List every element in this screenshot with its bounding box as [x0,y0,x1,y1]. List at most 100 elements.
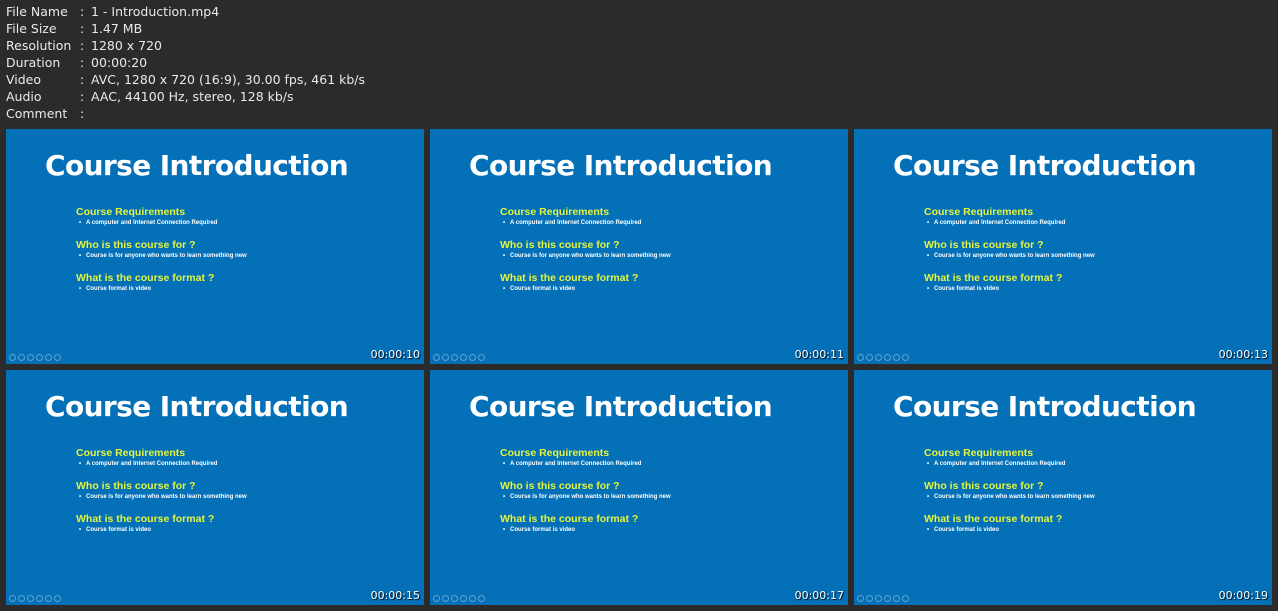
video-thumbnail[interactable]: Course Introduction Course Requirements … [854,370,1272,605]
bullet-text: Course format is video [934,286,1000,292]
video-thumbnail[interactable]: Course Introduction Course Requirements … [854,129,1272,364]
next-icon [442,354,449,361]
bullet-dot: • [503,220,506,226]
section-bullet: • Course format is video [927,526,1095,535]
slide-body: Course Requirements • A computer and Inte… [76,206,247,305]
info-label: Resolution [6,38,72,53]
slide-body: Course Requirements • A computer and Inte… [924,447,1095,546]
slide-section: Who is this course for ? • Course is for … [500,480,671,502]
thumbnail-timestamp: 00:00:11 [794,348,844,361]
section-bullet: • Course format is video [927,285,1095,294]
next-icon [18,595,25,602]
prev-icon [9,595,16,602]
slide-title: Course Introduction [45,390,349,423]
slide-section: Course Requirements • A computer and Inte… [500,447,671,469]
slides-icon [884,595,891,602]
info-row-file-size: File Size : 1.47 MB [6,20,365,37]
bullet-dot: • [79,494,82,500]
info-label: File Size [6,21,57,36]
thumbnail-grid: Course Introduction Course Requirements … [6,129,1272,605]
bullet-text: Course is for anyone who wants to learn … [510,253,671,259]
next-icon [442,595,449,602]
slide-section: What is the course format ? • Course form… [76,513,247,535]
slide-body: Course Requirements • A computer and Inte… [76,447,247,546]
bullet-text: A computer and Internet Connection Requi… [510,220,642,226]
slide-section: Course Requirements • A computer and Inte… [76,206,247,228]
bullet-text: A computer and Internet Connection Requi… [510,461,642,467]
slide-section: Who is this course for ? • Course is for … [924,480,1095,502]
section-bullet: • Course is for anyone who wants to learn… [503,493,671,502]
bullet-text: Course format is video [510,527,576,533]
bullet-dot: • [79,286,82,292]
slide-body: Course Requirements • A computer and Inte… [924,206,1095,305]
section-bullet: • Course format is video [503,285,671,294]
slide-section: Who is this course for ? • Course is for … [500,239,671,261]
section-bullet: • A computer and Internet Connection Requ… [503,460,671,469]
info-value: AVC, 1280 x 720 (16:9), 30.00 fps, 461 k… [91,72,366,87]
section-bullet: • Course format is video [79,285,247,294]
pen-icon [27,354,34,361]
bullet-dot: • [927,461,930,467]
pen-icon [875,595,882,602]
info-label: Comment [6,106,68,121]
section-heading: Course Requirements [924,206,1034,218]
more-icon [54,354,61,361]
section-heading: What is the course format ? [500,513,639,525]
prev-icon [857,354,864,361]
prev-icon [433,354,440,361]
bullet-text: Course is for anyone who wants to learn … [510,494,671,500]
section-heading: What is the course format ? [76,272,215,284]
bullet-text: Course is for anyone who wants to learn … [934,494,1095,500]
slide-section: Who is this course for ? • Course is for … [76,480,247,502]
bullet-dot: • [927,527,930,533]
more-icon [478,595,485,602]
slide-title: Course Introduction [45,149,349,182]
slide-section: What is the course format ? • Course form… [500,513,671,535]
info-row-file-name: File Name : 1 - Introduction.mp4 [6,3,365,20]
section-bullet: • A computer and Internet Connection Requ… [79,460,247,469]
slide-section: What is the course format ? • Course form… [924,513,1095,535]
section-bullet: • Course is for anyone who wants to learn… [79,493,247,502]
presentation-toolbar [433,595,485,602]
video-thumbnail[interactable]: Course Introduction Course Requirements … [6,370,424,605]
thumbnail-timestamp: 00:00:15 [370,589,420,602]
section-bullet: • Course is for anyone who wants to learn… [927,493,1095,502]
slide-section: Course Requirements • A computer and Inte… [500,206,671,228]
video-thumbnail[interactable]: Course Introduction Course Requirements … [430,370,848,605]
info-row-audio: Audio : AAC, 44100 Hz, stereo, 128 kb/s [6,88,365,105]
more-icon [54,595,61,602]
thumbnail-timestamp: 00:00:19 [1218,589,1268,602]
zoom-icon [45,354,52,361]
section-bullet: • Course format is video [79,526,247,535]
info-value: 1.47 MB [91,21,143,36]
zoom-icon [893,354,900,361]
slides-icon [36,595,43,602]
bullet-text: A computer and Internet Connection Requi… [934,461,1066,467]
section-heading: Who is this course for ? [924,480,1044,492]
slides-icon [884,354,891,361]
bullet-text: A computer and Internet Connection Requi… [934,220,1066,226]
prev-icon [433,595,440,602]
info-label: Video [6,72,42,87]
thumbnail-timestamp: 00:00:10 [370,348,420,361]
section-heading: What is the course format ? [924,272,1063,284]
info-row-resolution: Resolution : 1280 x 720 [6,37,365,54]
bullet-text: A computer and Internet Connection Requi… [86,220,218,226]
slide-section: What is the course format ? • Course form… [924,272,1095,294]
section-heading: What is the course format ? [76,513,215,525]
bullet-dot: • [79,461,82,467]
video-thumbnail[interactable]: Course Introduction Course Requirements … [6,129,424,364]
presentation-toolbar [857,354,909,361]
section-heading: Course Requirements [76,447,186,459]
section-heading: Course Requirements [76,206,186,218]
slide-section: What is the course format ? • Course form… [500,272,671,294]
zoom-icon [893,595,900,602]
video-thumbnail[interactable]: Course Introduction Course Requirements … [430,129,848,364]
bullet-text: Course format is video [86,527,152,533]
info-value: 1 - Introduction.mp4 [91,4,220,19]
info-row-duration: Duration : 00:00:20 [6,54,365,71]
section-heading: What is the course format ? [500,272,639,284]
slide-title: Course Introduction [893,149,1197,182]
section-bullet: • A computer and Internet Connection Requ… [79,219,247,228]
section-bullet: • Course is for anyone who wants to learn… [79,252,247,261]
